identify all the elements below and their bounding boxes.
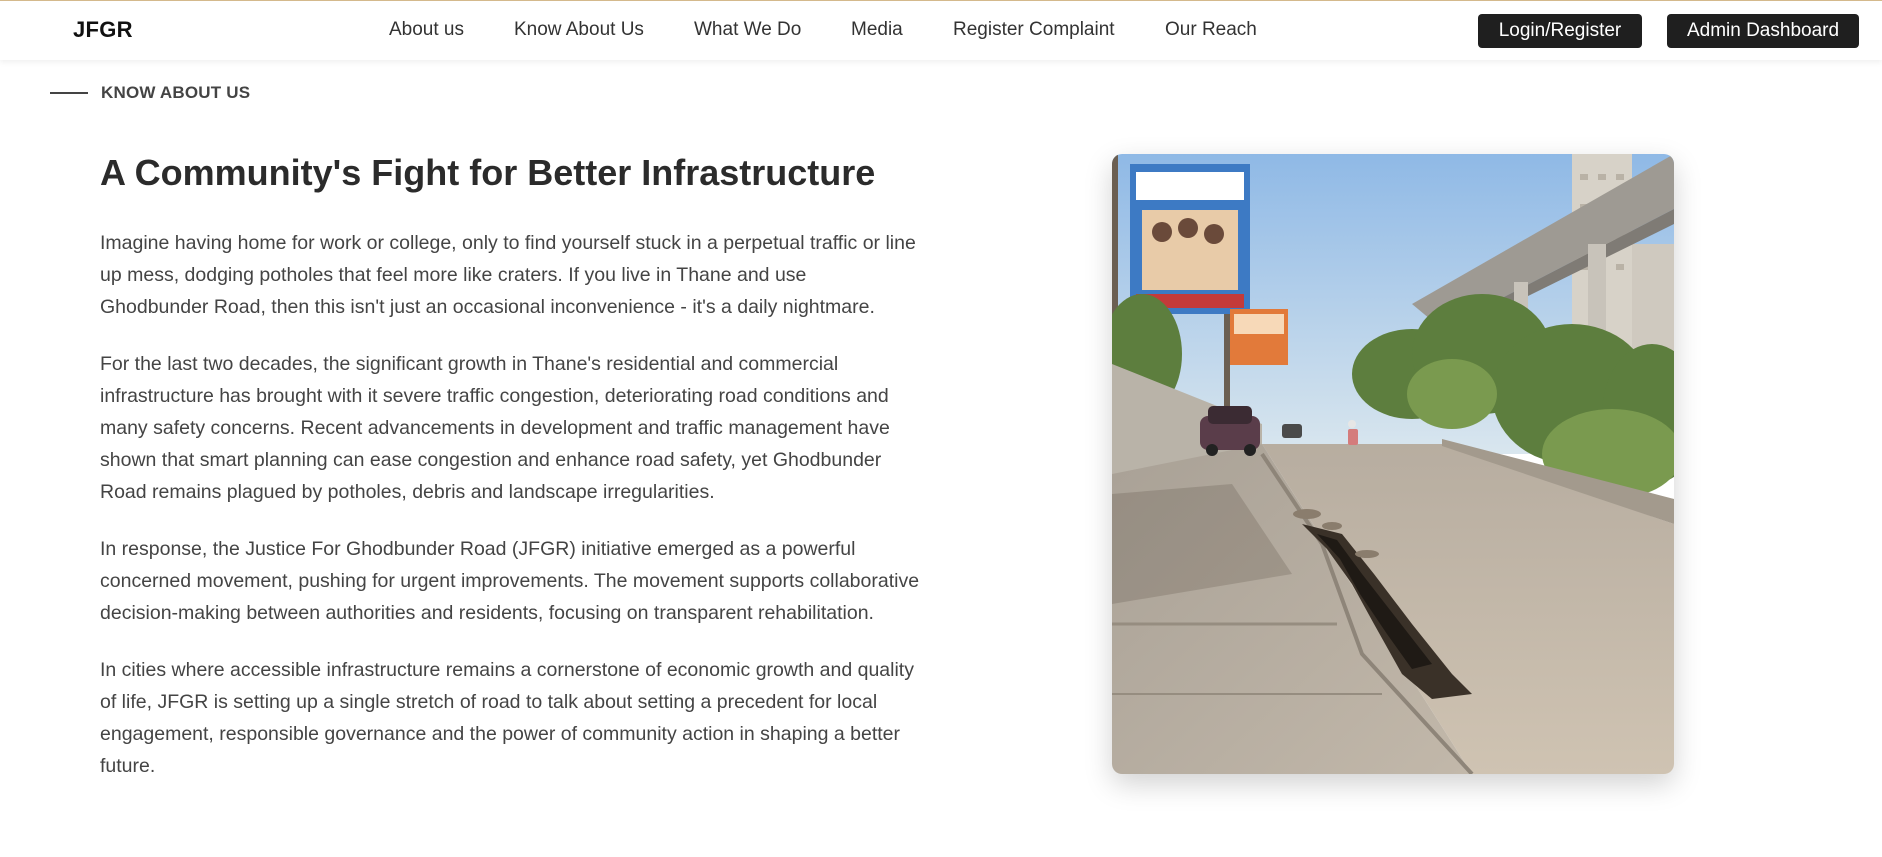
login-register-button[interactable]: Login/Register [1478,14,1642,48]
nav-about-us[interactable]: About us [389,19,464,41]
section-divider-line [50,92,88,94]
nav-know-about-us[interactable]: Know About Us [514,19,644,41]
road-photo-illustration [1112,154,1674,774]
top-navigation-bar: JFGR About us Know About Us What We Do M… [0,0,1882,60]
nav-register-complaint[interactable]: Register Complaint [953,19,1115,41]
article-paragraph: Imagine having home for work or college,… [100,232,916,318]
nav-our-reach[interactable]: Our Reach [1165,19,1257,41]
section-label-text: KNOW ABOUT US [101,83,251,102]
brand-logo[interactable]: JFGR [73,17,133,43]
section-eyebrow: KNOW ABOUT US [50,83,250,103]
article-paragraph: In response, the Justice For Ghodbunder … [100,538,920,624]
admin-dashboard-button[interactable]: Admin Dashboard [1667,14,1859,48]
article-paragraph: For the last two decades, the significan… [100,353,890,503]
nav-what-we-do[interactable]: What We Do [694,19,801,41]
road-pothole-photo [1112,154,1674,774]
page-title: A Community's Fight for Better Infrastru… [100,152,876,193]
article-paragraph: In cities where accessible infrastructur… [100,659,914,777]
nav-media[interactable]: Media [851,19,903,41]
article-body: Imagine having home for work or college,… [100,227,920,807]
